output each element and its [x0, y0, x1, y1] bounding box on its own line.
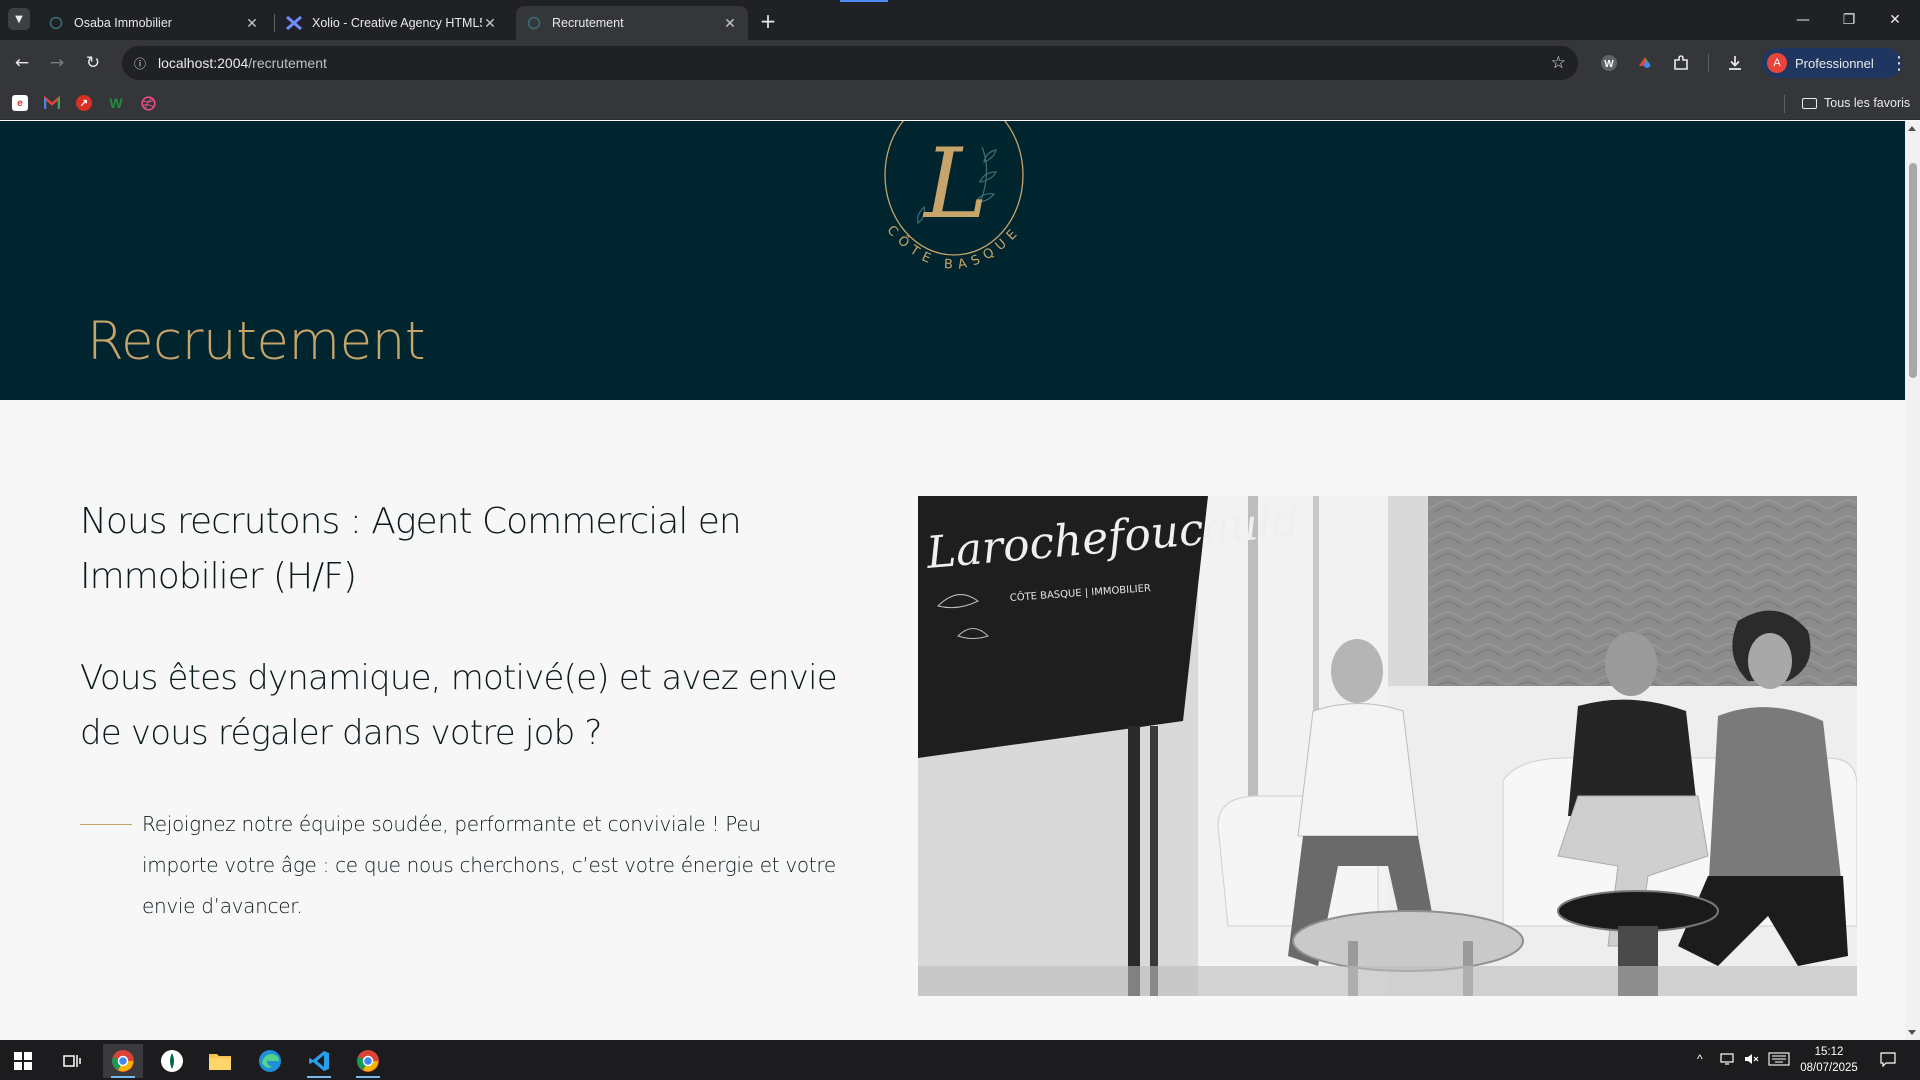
network-icon[interactable]	[1720, 1052, 1736, 1069]
tab-bar: ▼ Osaba Immobilier ✕ Xolio - Creative Ag…	[0, 0, 1920, 40]
volume-muted-icon[interactable]	[1744, 1052, 1760, 1069]
minimize-button[interactable]: —	[1780, 0, 1826, 40]
windows-taskbar: ^ 15:12 08/07/2025	[0, 1040, 1920, 1080]
url-text: localhost:2004/recrutement	[158, 55, 327, 71]
arrow-left-icon: ←	[14, 53, 30, 73]
address-bar[interactable]: ⓘ localhost:2004/recrutement ☆	[122, 46, 1578, 80]
plus-icon: +	[759, 9, 777, 33]
job-title: Nous recrutons : Agent Commercial en Imm…	[80, 501, 742, 597]
all-bookmarks-button[interactable]: Tous les favoris	[1802, 94, 1910, 112]
cote-basque-logo[interactable]: L CÔTE BASQUE	[864, 121, 1044, 287]
show-hidden-icons-icon[interactable]: ^	[1697, 1052, 1703, 1066]
arrow-right-icon: →	[49, 53, 65, 73]
reload-button[interactable]: ↻	[80, 50, 106, 76]
url-host: localhost:2004	[158, 55, 249, 71]
hero-banner: L CÔTE BASQUE Recrutement	[0, 121, 1905, 400]
compass-app-icon[interactable]	[152, 1044, 192, 1078]
close-icon: ✕	[1889, 12, 1901, 28]
download-icon[interactable]	[1724, 52, 1746, 74]
windows-start-icon[interactable]	[3, 1044, 43, 1078]
extensions-puzzle-icon[interactable]	[1670, 52, 1692, 74]
profile-button[interactable]: A Professionnel	[1762, 48, 1902, 78]
lead-text: Vous êtes dynamique, motivé(e) et avez e…	[80, 658, 838, 753]
osaba-favicon-icon	[48, 15, 64, 31]
svg-text:W: W	[1604, 59, 1614, 70]
chrome-profile-icon[interactable]	[348, 1044, 388, 1078]
scroll-down-arrow-icon[interactable]	[1908, 1030, 1916, 1035]
new-tab-button[interactable]: +	[756, 9, 780, 33]
edge-icon[interactable]	[250, 1044, 290, 1078]
page-scrollbar[interactable]	[1905, 121, 1920, 1040]
bookmarks-separator	[1784, 95, 1785, 113]
url-path: /recrutement	[248, 55, 327, 71]
tab-osaba[interactable]: Osaba Immobilier ✕	[38, 6, 270, 40]
browser-toolbar: ← → ↻ ⓘ localhost:2004/recrutement ☆ W A…	[0, 40, 1920, 86]
team-photo: Larochefoucauld CÔTE BASQUE | IMMOBILIER	[918, 496, 1857, 996]
extension-color-icon[interactable]	[1634, 52, 1656, 74]
scrollbar-thumb[interactable]	[1909, 163, 1917, 378]
extension-w-icon[interactable]: W	[1598, 52, 1620, 74]
bookmark-star-icon[interactable]: ☆	[1551, 53, 1566, 73]
decorative-line	[80, 824, 132, 825]
chrome-icon[interactable]	[103, 1044, 143, 1078]
clock-date: 08/07/2025	[1800, 1062, 1858, 1074]
minimize-icon: —	[1796, 12, 1810, 28]
close-icon[interactable]: ✕	[244, 15, 260, 31]
close-window-button[interactable]: ✕	[1872, 0, 1918, 40]
profile-label: Professionnel	[1795, 55, 1874, 71]
clock-time: 15:12	[1814, 1046, 1844, 1058]
bookmark-app-icon[interactable]: e	[12, 95, 28, 111]
task-view-icon[interactable]	[52, 1044, 92, 1078]
tab-title: Osaba Immobilier	[74, 16, 172, 30]
bookmark-w-icon[interactable]: W	[108, 95, 124, 111]
xolio-favicon-icon	[286, 15, 302, 31]
tab-accent-line	[840, 0, 888, 2]
folder-icon	[1802, 97, 1817, 109]
keyboard-icon[interactable]	[1768, 1052, 1790, 1069]
tab-recrutement[interactable]: Recrutement ✕	[516, 6, 748, 40]
page-viewport: L CÔTE BASQUE Recrutement Nous recrutons…	[0, 121, 1905, 1040]
vscode-icon[interactable]	[299, 1044, 339, 1078]
chevron-down-icon: ▼	[15, 13, 23, 25]
close-icon[interactable]: ✕	[722, 15, 738, 31]
back-button[interactable]: ←	[9, 50, 35, 76]
system-clock[interactable]: 15:12 08/07/2025	[1795, 1044, 1863, 1076]
tab-title: Recrutement	[552, 16, 624, 30]
site-info-icon[interactable]: ⓘ	[128, 51, 152, 75]
tab-search-button[interactable]: ▼	[8, 8, 30, 30]
gmail-icon[interactable]	[44, 95, 60, 111]
body-text: Rejoignez notre équipe soudée, performan…	[142, 812, 836, 918]
forward-button[interactable]: →	[44, 50, 70, 76]
page-title: Recrutement	[87, 311, 426, 372]
all-bookmarks-label: Tous les favoris	[1824, 96, 1911, 110]
file-explorer-icon[interactable]	[200, 1044, 240, 1078]
bookmark-red-icon[interactable]: ↗	[76, 95, 92, 111]
close-icon[interactable]: ✕	[482, 15, 498, 31]
restore-icon: ❐	[1842, 12, 1856, 28]
bookmark-dribbble-icon[interactable]	[140, 95, 156, 111]
profile-avatar: A	[1767, 53, 1787, 73]
bookmarks-bar: e ↗ W Tous les favoris	[0, 86, 1920, 120]
notifications-icon[interactable]	[1880, 1052, 1896, 1070]
restore-button[interactable]: ❐	[1826, 0, 1872, 40]
logo-letter: L	[922, 128, 988, 240]
tab-title: Xolio - Creative Agency HTML5	[312, 16, 482, 30]
tab-separator	[274, 14, 275, 32]
toolbar-separator	[1708, 54, 1709, 72]
scroll-up-arrow-icon[interactable]	[1908, 126, 1916, 131]
recrutement-favicon-icon	[526, 15, 542, 31]
tab-xolio[interactable]: Xolio - Creative Agency HTML5 ✕	[276, 6, 508, 40]
reload-icon: ↻	[85, 53, 101, 73]
browser-menu-icon[interactable]: ⋮	[1886, 50, 1912, 76]
